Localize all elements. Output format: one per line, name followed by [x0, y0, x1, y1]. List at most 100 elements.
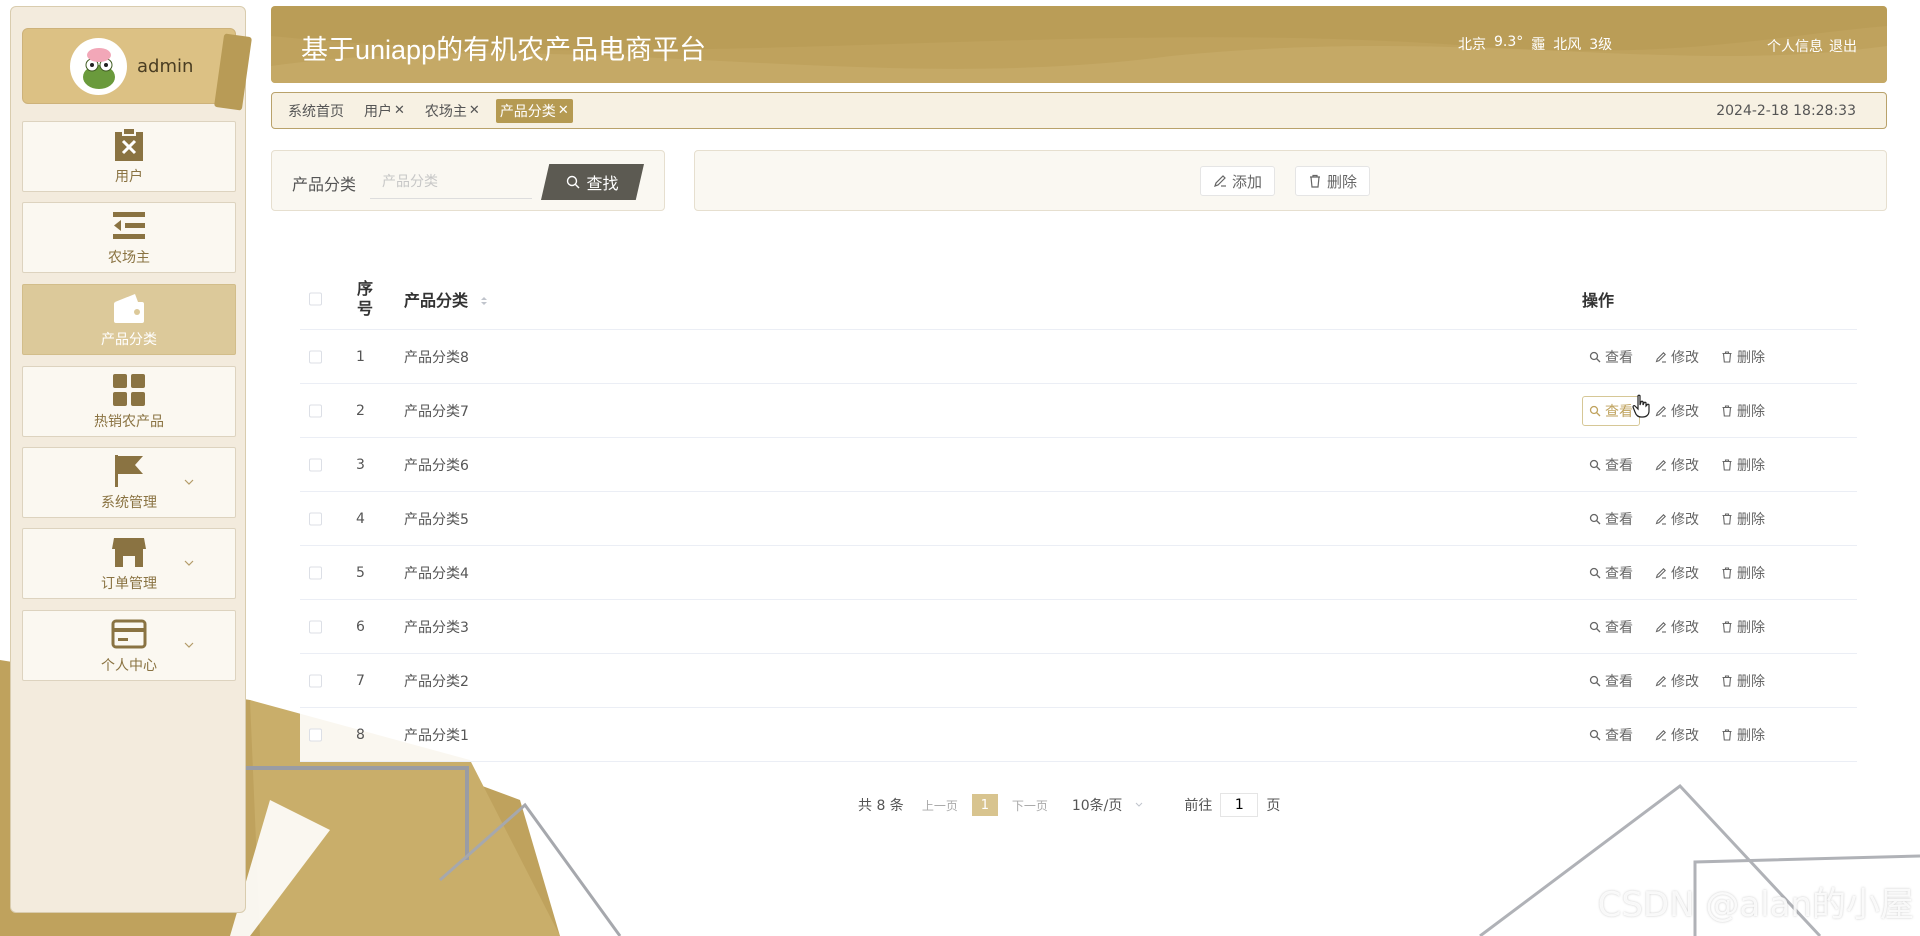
sidebar-item-user[interactable]: 用户 — [22, 121, 236, 192]
row-delete-button[interactable]: 删除 — [1714, 666, 1772, 696]
edit-button[interactable]: 修改 — [1648, 450, 1706, 480]
trash-icon — [1722, 512, 1732, 525]
row-index: 3 — [356, 456, 365, 473]
row-actions: 查看 修改 删除 — [1582, 666, 1772, 696]
add-button[interactable]: 添加 — [1200, 166, 1276, 196]
select-all-checkbox[interactable] — [309, 292, 322, 305]
view-button[interactable]: 查看 — [1582, 450, 1640, 480]
view-button[interactable]: 查看 — [1582, 612, 1640, 642]
logout-link[interactable]: 退出 — [1829, 36, 1857, 56]
grid-icon — [113, 374, 145, 406]
sidebar: admin 用户 农场主 产品分类 热销农产品 系统管理 订单管理 个人中心 — [10, 6, 253, 913]
edit-button[interactable]: 修改 — [1648, 504, 1706, 534]
view-button[interactable]: 查看 — [1582, 342, 1640, 372]
row-delete-button[interactable]: 删除 — [1714, 450, 1772, 480]
row-index: 7 — [356, 672, 365, 689]
tags-bar: 系统首页 用户 ✕ 农场主 ✕ 产品分类 ✕ 2024-2-18 18:28:33 — [271, 92, 1887, 129]
row-actions: 查看 修改 删除 — [1582, 504, 1772, 534]
row-checkbox[interactable] — [309, 350, 322, 363]
edit-button[interactable]: 修改 — [1648, 558, 1706, 588]
next-page-button[interactable]: 下一页 — [1012, 797, 1048, 814]
page-number[interactable]: 1 — [971, 794, 998, 816]
avatar — [70, 37, 127, 95]
hand-cursor-icon — [1632, 394, 1650, 418]
header-name[interactable]: 产品分类 — [404, 287, 488, 311]
tag-user[interactable]: 用户 ✕ — [360, 99, 409, 123]
page-size-select[interactable]: 10条/页 — [1072, 795, 1145, 815]
row-delete-button[interactable]: 删除 — [1714, 612, 1772, 642]
watermark: CSDN @alan的小屋 — [1597, 885, 1914, 925]
profile-link[interactable]: 个人信息 — [1767, 36, 1823, 56]
user-card[interactable]: admin — [22, 28, 253, 111]
search-input[interactable] — [370, 165, 532, 199]
close-icon[interactable]: ✕ — [394, 103, 405, 118]
prev-page-button[interactable]: 上一页 — [922, 797, 958, 814]
row-checkbox[interactable] — [309, 674, 322, 687]
row-checkbox[interactable] — [309, 566, 322, 579]
flag-icon — [115, 455, 143, 487]
row-delete-button[interactable]: 删除 — [1714, 504, 1772, 534]
search-icon — [1589, 351, 1601, 362]
delete-button[interactable]: 删除 — [1295, 166, 1371, 196]
trash-icon — [1722, 350, 1732, 363]
view-button[interactable]: 查看 — [1582, 720, 1640, 750]
view-button[interactable]: 查看 — [1582, 666, 1640, 696]
app-header: 基于uniapp的有机农产品电商平台 北京 9.3° 霾 北风 3级 个人信息 … — [271, 6, 1887, 83]
tag-home[interactable]: 系统首页 — [284, 99, 348, 123]
search-label: 产品分类 — [292, 175, 357, 194]
search-button[interactable]: 查找 — [541, 164, 644, 200]
chevron-down-icon — [184, 560, 194, 566]
edit-icon — [1655, 621, 1666, 633]
edit-button[interactable]: 修改 — [1648, 666, 1706, 696]
view-button[interactable]: 查看 — [1582, 558, 1640, 588]
tag-farmer[interactable]: 农场主 ✕ — [421, 99, 484, 123]
close-icon[interactable]: ✕ — [469, 103, 480, 118]
edit-button[interactable]: 修改 — [1648, 720, 1706, 750]
chevron-down-icon — [1136, 802, 1143, 807]
view-button[interactable]: 查看 — [1582, 504, 1640, 534]
sidebar-item-profile[interactable]: 个人中心 — [22, 610, 236, 681]
table-row[interactable]: 8 产品分类1 查看 修改 删除 — [300, 708, 1857, 762]
row-delete-button[interactable]: 删除 — [1714, 342, 1772, 372]
table-row[interactable]: 1 产品分类8 查看 修改 删除 — [300, 330, 1857, 384]
table-row[interactable]: 6 产品分类3 查看 修改 删除 — [300, 600, 1857, 654]
goto-suffix: 页 — [1266, 798, 1281, 814]
edit-button[interactable]: 修改 — [1648, 396, 1706, 426]
goto-page-input[interactable] — [1220, 793, 1259, 817]
edit-icon — [1655, 405, 1666, 417]
row-index: 5 — [356, 564, 365, 581]
table-row[interactable]: 5 产品分类4 查看 修改 删除 — [300, 546, 1857, 600]
row-actions: 查看 修改 删除 — [1582, 450, 1772, 480]
table-row[interactable]: 7 产品分类2 查看 修改 删除 — [300, 654, 1857, 708]
table-row[interactable]: 4 产品分类5 查看 修改 删除 — [300, 492, 1857, 546]
table-header-row: 序 号 产品分类 操作 — [300, 268, 1857, 330]
edit-icon — [1655, 351, 1666, 363]
search-icon — [1589, 405, 1601, 416]
edit-button[interactable]: 修改 — [1648, 612, 1706, 642]
sidebar-item-system[interactable]: 系统管理 — [22, 447, 236, 518]
close-icon[interactable]: ✕ — [558, 103, 569, 118]
row-delete-button[interactable]: 删除 — [1714, 558, 1772, 588]
row-checkbox[interactable] — [309, 728, 322, 741]
sidebar-item-hot-products[interactable]: 热销农产品 — [22, 366, 236, 437]
header-links: 个人信息 退出 — [1767, 36, 1857, 56]
app-title: 基于uniapp的有机农产品电商平台 — [301, 35, 707, 65]
sort-icon[interactable] — [480, 295, 488, 307]
table-row[interactable]: 2 产品分类7 查看 修改 删除 — [300, 384, 1857, 438]
row-delete-button[interactable]: 删除 — [1714, 720, 1772, 750]
row-checkbox[interactable] — [309, 512, 322, 525]
table-row[interactable]: 3 产品分类6 查看 修改 删除 — [300, 438, 1857, 492]
edit-button[interactable]: 修改 — [1648, 342, 1706, 372]
edit-icon — [1655, 675, 1666, 687]
sidebar-item-category[interactable]: 产品分类 — [22, 284, 236, 355]
edit-icon — [1655, 567, 1666, 579]
row-checkbox[interactable] — [309, 620, 322, 633]
tag-category[interactable]: 产品分类 ✕ — [495, 98, 573, 123]
sidebar-item-farmer[interactable]: 农场主 — [22, 202, 236, 273]
row-actions: 查看 修改 删除 — [1582, 612, 1772, 642]
row-checkbox[interactable] — [309, 458, 322, 471]
row-delete-button[interactable]: 删除 — [1714, 396, 1772, 426]
row-checkbox[interactable] — [309, 404, 322, 417]
sidebar-item-orders[interactable]: 订单管理 — [22, 528, 236, 599]
trash-icon — [1722, 620, 1732, 633]
